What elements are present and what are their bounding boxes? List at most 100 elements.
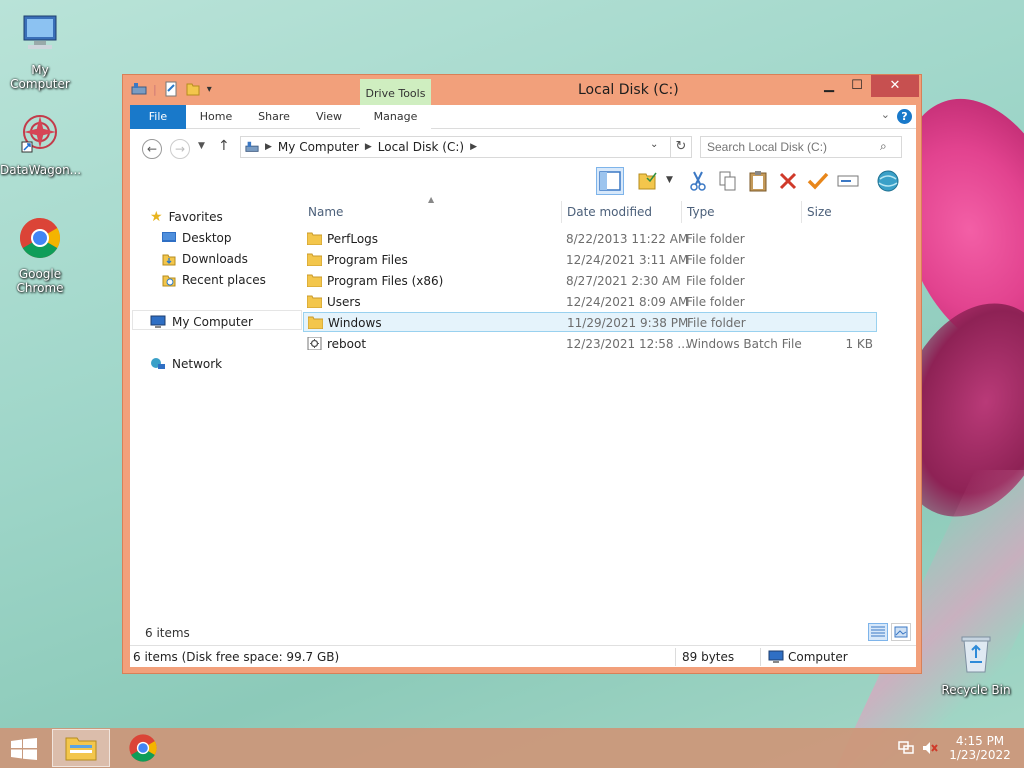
column-header-type[interactable]: Type (682, 201, 802, 223)
file-name: PerfLogs (327, 232, 379, 246)
checkmark-icon (807, 172, 829, 190)
breadcrumb-local-disk[interactable]: Local Disk (C:) (378, 140, 464, 154)
customize-qat-icon[interactable]: ▾ (207, 84, 212, 95)
delete-x-icon (779, 172, 797, 190)
up-button[interactable]: ↑ (218, 138, 230, 154)
nav-item-recent-places[interactable]: Recent places (162, 270, 266, 290)
breadcrumb-separator[interactable]: ▶ (365, 142, 372, 152)
nav-item-downloads[interactable]: Downloads (162, 249, 248, 269)
delete-button[interactable] (774, 167, 802, 195)
taskbar-file-explorer[interactable] (52, 729, 110, 767)
rename-button[interactable] (834, 167, 862, 195)
file-row-program-files-x86[interactable]: Program Files (x86) 8/27/2021 2:30 AM Fi… (303, 271, 877, 291)
close-button[interactable]: ✕ (871, 75, 919, 97)
file-row-windows[interactable]: Windows 11/29/2021 9:38 PM File folder (303, 312, 877, 332)
taskbar-google-chrome[interactable] (114, 729, 172, 767)
search-icon[interactable]: ⌕ (880, 139, 887, 154)
file-date: 8/22/2013 11:22 AM (566, 232, 689, 246)
maximize-button[interactable]: ☐ (843, 75, 871, 97)
file-explorer-icon (65, 737, 97, 761)
globe-icon (877, 170, 899, 192)
file-row-perflogs[interactable]: PerfLogs 8/22/2013 11:22 AM File folder (303, 229, 877, 249)
address-field[interactable]: ▶ My Computer ▶ Local Disk (C:) ▶ (240, 136, 692, 158)
breadcrumb-separator[interactable]: ▶ (470, 142, 477, 152)
title-bar[interactable]: | ▾ Local Disk (C:) ▁ ☐ ✕ (123, 75, 921, 105)
drive-icon (245, 141, 259, 152)
cut-button[interactable] (684, 167, 712, 195)
navigation-pane: ★ Favorites Desktop Downloads Recent pla… (130, 197, 302, 627)
nav-label: My Computer (172, 315, 253, 329)
file-row-program-files[interactable]: Program Files 12/24/2021 3:11 AM File fo… (303, 250, 877, 270)
nav-label: Network (172, 357, 223, 371)
desktop-icon-datawagon[interactable]: DataWagon... (0, 112, 82, 177)
properties-icon[interactable] (163, 81, 179, 97)
downloads-folder-icon (162, 254, 176, 266)
properties-dropdown-icon[interactable]: ▼ (666, 175, 673, 185)
help-icon[interactable]: ? (897, 109, 912, 124)
large-icons-view-button[interactable] (891, 623, 911, 641)
search-input[interactable] (700, 136, 902, 158)
forward-button[interactable]: → (170, 139, 190, 159)
desktop-icon-my-computer[interactable]: My Computer (0, 12, 80, 91)
desktop-icon-label: Google Chrome (16, 267, 64, 295)
expand-ribbon-icon[interactable]: ⌄ (881, 108, 890, 121)
file-row-users[interactable]: Users 12/24/2021 8:09 AM File folder (303, 292, 877, 312)
breadcrumb-separator[interactable]: ▶ (265, 142, 272, 152)
desktop-icon-google-chrome[interactable]: Google Chrome (0, 216, 80, 295)
file-type: File folder (687, 316, 746, 330)
taskbar: 4:15 PM 1/23/2022 (0, 728, 1024, 768)
file-type: File folder (686, 253, 745, 267)
quick-access-toolbar: | ▾ (131, 81, 212, 97)
nav-label: Recent places (182, 273, 266, 287)
tab-home[interactable]: Home (190, 105, 242, 129)
taskbar-clock[interactable]: 4:15 PM 1/23/2022 (945, 734, 1015, 762)
desktop-icon-label: Recycle Bin (941, 683, 1011, 697)
folder-icon (307, 253, 322, 266)
nav-network[interactable]: Network (150, 354, 222, 374)
column-header-size[interactable]: Size (802, 201, 882, 223)
chrome-icon (20, 218, 60, 258)
tab-file[interactable]: File (130, 105, 186, 129)
column-header-date-modified[interactable]: Date modified (562, 201, 682, 223)
nav-my-computer[interactable]: My Computer (150, 312, 253, 332)
volume-muted-icon[interactable] (922, 741, 938, 755)
rename-check-button[interactable] (804, 167, 832, 195)
recent-locations-icon[interactable]: ▼ (198, 141, 205, 151)
tab-view[interactable]: View (304, 105, 354, 129)
details-view-icon (871, 626, 885, 637)
paste-button[interactable] (744, 167, 772, 195)
breadcrumb-my-computer[interactable]: My Computer (278, 140, 359, 154)
properties-button[interactable] (634, 167, 662, 195)
address-history-icon[interactable]: ⌄ (650, 139, 658, 150)
refresh-button[interactable]: ↻ (670, 136, 692, 158)
copy-button[interactable] (714, 167, 742, 195)
folder-icon (307, 295, 322, 308)
windows-start-icon[interactable] (10, 738, 38, 760)
preview-pane-button[interactable] (596, 167, 624, 195)
rename-icon (837, 175, 859, 187)
status-divider (760, 648, 761, 666)
computer-icon (768, 650, 784, 663)
qat-separator: | (153, 82, 157, 96)
back-button[interactable]: ← (142, 139, 162, 159)
file-name: Program Files (327, 253, 408, 267)
drive-icon[interactable] (131, 81, 147, 97)
nav-item-desktop[interactable]: Desktop (162, 228, 232, 248)
computer-icon (150, 315, 166, 328)
copy-icon (719, 171, 736, 191)
minimize-button[interactable]: ▁ (815, 75, 843, 97)
desktop-icon-label: DataWagon... (0, 163, 82, 177)
details-view-button[interactable] (868, 623, 888, 641)
column-header-name[interactable]: Name (303, 201, 561, 223)
file-row-reboot[interactable]: reboot 12/23/2021 12:58 ... Windows Batc… (303, 334, 877, 354)
view-toggle (868, 623, 911, 641)
network-tray-icon[interactable] (898, 741, 914, 755)
new-folder-icon[interactable] (185, 81, 201, 97)
address-bar-row: ← → ▼ ↑ ▶ My Computer ▶ Local Disk (C:) … (130, 131, 916, 165)
nav-favorites[interactable]: ★ Favorites (150, 207, 223, 227)
tab-share[interactable]: Share (248, 105, 300, 129)
options-button[interactable] (874, 167, 902, 195)
desktop-icon-recycle-bin[interactable]: Recycle Bin (936, 632, 1016, 697)
file-type: File folder (686, 274, 745, 288)
tab-manage[interactable]: Manage (360, 105, 431, 129)
